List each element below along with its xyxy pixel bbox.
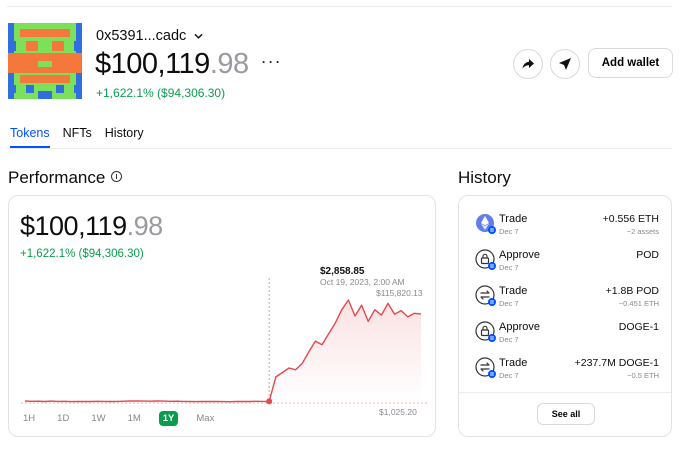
add-wallet-button[interactable]: Add wallet — [588, 48, 673, 78]
history-item-sub: −0.451 ETH — [618, 299, 659, 308]
history-item-title: Trade — [499, 285, 528, 297]
see-all-button[interactable]: See all — [537, 403, 595, 425]
history-item-date: Dec 7 — [499, 299, 519, 308]
wallet-page: 0x5391...cadc $100,119.98 ··· +1,622.1% … — [0, 0, 680, 453]
chart-low-label: $1,025.20 — [379, 407, 417, 417]
range-max[interactable]: Max — [192, 411, 218, 426]
history-item-title: Trade — [499, 213, 528, 225]
approve-lock-icon — [475, 249, 496, 270]
wallet-address-selector[interactable]: 0x5391...cadc — [96, 28, 203, 44]
chart-high-label: $115,820.13 — [376, 288, 423, 298]
wallet-balance: $100,119.98 ··· — [95, 48, 282, 81]
chart-hover-point — [266, 398, 273, 405]
wallet-address: 0x5391...cadc — [96, 28, 187, 44]
send-icon — [559, 58, 571, 70]
trade-swap-icon — [475, 357, 496, 378]
history-item[interactable]: Trade Dec 7 +0.556 ETH −2 assets — [475, 211, 659, 243]
trade-swap-icon — [475, 285, 496, 306]
tab-bar: Tokens NFTs History — [10, 126, 144, 148]
history-item[interactable]: Approve Dec 7 POD — [475, 247, 659, 279]
share-arrow-icon — [522, 59, 534, 69]
balance-main: $100,119 — [95, 48, 210, 80]
share-button[interactable] — [513, 49, 543, 79]
pixel-avatar-icon — [8, 23, 82, 99]
top-divider — [7, 6, 672, 7]
history-item-date: Dec 7 — [499, 263, 519, 272]
eth-token-icon — [476, 214, 496, 234]
history-item-amount: DOGE-1 — [618, 321, 659, 333]
send-button[interactable] — [550, 49, 580, 79]
balance-change: +1,622.1% ($94,306.30) — [96, 86, 226, 100]
history-item-amount: +0.556 ETH — [602, 213, 659, 225]
history-item-sub: −0.5 ETH — [627, 371, 659, 380]
history-item-amount: +237.7M DOGE-1 — [574, 357, 659, 369]
info-icon[interactable] — [111, 171, 123, 183]
tab-divider — [7, 148, 672, 149]
history-card: Trade Dec 7 +0.556 ETH −2 assets Approve… — [458, 195, 672, 437]
tab-tokens[interactable]: Tokens — [10, 126, 50, 148]
history-heading: History — [458, 168, 511, 187]
range-1m[interactable]: 1M — [124, 411, 145, 426]
range-1h[interactable]: 1H — [19, 411, 39, 426]
range-1d[interactable]: 1D — [53, 411, 73, 426]
range-1y[interactable]: 1Y — [158, 411, 179, 426]
range-1w[interactable]: 1W — [87, 411, 109, 426]
history-item[interactable]: Trade Dec 7 +1.8B POD −0.451 ETH — [475, 283, 659, 315]
history-item-title: Approve — [499, 249, 540, 261]
history-item-date: Dec 7 — [499, 371, 519, 380]
more-options-button[interactable]: ··· — [261, 51, 282, 72]
history-item-date: Dec 7 — [499, 227, 519, 236]
performance-card: $100,119.98 +1,622.1% ($94,306.30) $2,85… — [8, 195, 436, 437]
tab-nfts[interactable]: NFTs — [63, 126, 92, 148]
wallet-avatar — [8, 23, 82, 99]
performance-title: Performance — [8, 168, 106, 187]
chevron-down-icon — [194, 33, 203, 39]
history-item-sub: −2 assets — [626, 227, 659, 236]
balance-cents: .98 — [209, 48, 249, 80]
history-item[interactable]: Trade Dec 7 +237.7M DOGE-1 −0.5 ETH — [475, 355, 659, 387]
approve-lock-icon — [475, 321, 496, 342]
history-item[interactable]: Approve Dec 7 DOGE-1 — [475, 319, 659, 351]
tooltip-date: Oct 19, 2023, 2:00 AM — [320, 277, 405, 287]
history-item-title: Approve — [499, 321, 540, 333]
chart-area — [25, 300, 421, 403]
history-divider — [459, 392, 671, 393]
history-item-amount: POD — [636, 249, 659, 261]
tab-history[interactable]: History — [105, 126, 144, 148]
history-item-amount: +1.8B POD — [605, 285, 659, 297]
history-item-title: Trade — [499, 357, 528, 369]
performance-heading: Performance — [8, 168, 123, 188]
history-item-date: Dec 7 — [499, 335, 519, 344]
tooltip-value: $2,858.85 — [320, 266, 365, 277]
performance-chart[interactable]: $2,858.85 Oct 19, 2023, 2:00 AM $115,820… — [9, 196, 437, 438]
time-range-selector: 1H 1D 1W 1M 1Y Max — [19, 411, 218, 426]
